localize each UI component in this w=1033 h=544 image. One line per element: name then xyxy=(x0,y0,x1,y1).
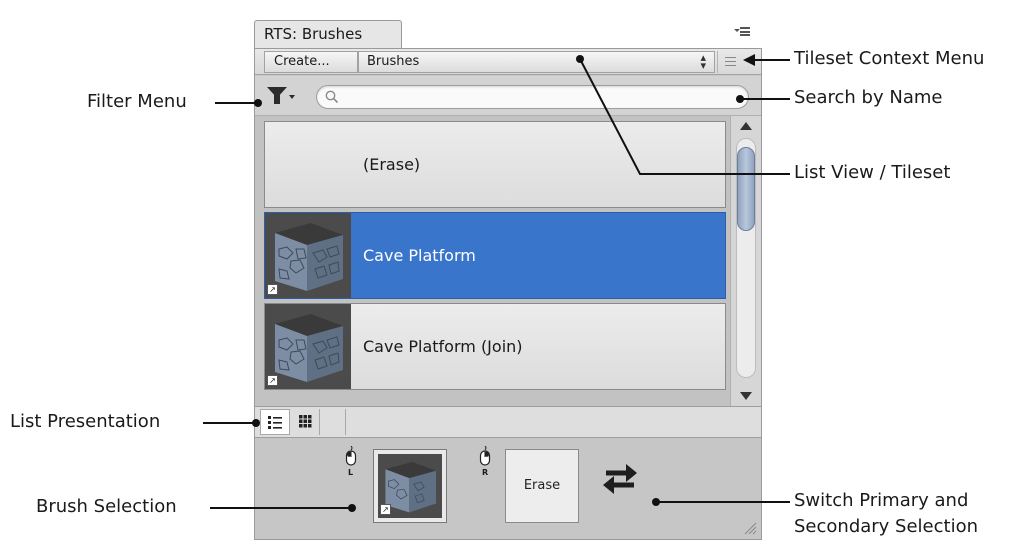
create-button[interactable]: Create... xyxy=(264,51,358,73)
left-mouse-icon: L xyxy=(345,445,357,480)
divider xyxy=(345,409,346,435)
grid-icon xyxy=(299,415,312,428)
list-item-cave-platform[interactable]: ↗ Cave Platform xyxy=(264,212,726,299)
swap-arrows-icon xyxy=(603,464,637,494)
brush-thumbnail: ↗ xyxy=(265,304,351,389)
secondary-brush-label: Erase xyxy=(523,478,561,493)
tileset-context-menu-button[interactable] xyxy=(717,51,741,73)
swap-selection-button[interactable] xyxy=(600,458,640,498)
panel-tab[interactable]: RTS: Brushes xyxy=(254,20,402,48)
list-scrollbar[interactable] xyxy=(730,116,761,406)
search-input[interactable] xyxy=(345,88,735,106)
list-icon xyxy=(268,416,282,429)
callout-tileset-context-menu: Tileset Context Menu xyxy=(794,48,985,69)
right-mouse-icon: R xyxy=(479,445,491,480)
toolbar: Create... Brushes ▴ ▾ xyxy=(255,49,761,75)
panel-tab-title: RTS: Brushes xyxy=(264,25,363,43)
filter-row xyxy=(255,76,761,116)
primary-brush-slot[interactable]: ↗ xyxy=(373,449,447,523)
list-presentation-bar xyxy=(255,406,761,438)
left-mouse-label: L xyxy=(348,468,354,477)
panel-menu-icon[interactable] xyxy=(734,26,750,38)
dropdown-arrows-icon: ▴ ▾ xyxy=(700,51,706,72)
resize-grip-icon[interactable] xyxy=(743,521,757,535)
panel-body: Create... Brushes ▴ ▾ (Erase) ↗ Cave Pla… xyxy=(254,48,762,540)
list-item-label: (Erase) xyxy=(363,155,421,174)
filter-menu-button[interactable] xyxy=(267,83,295,109)
prefab-badge-icon: ↗ xyxy=(267,284,278,295)
callout-filter-menu: Filter Menu xyxy=(87,91,187,112)
scroll-up-arrow-icon[interactable] xyxy=(740,122,752,130)
grid-view-button[interactable] xyxy=(290,409,320,435)
list-item-label: Cave Platform (Join) xyxy=(363,337,523,356)
brush-thumbnail: ↗ xyxy=(265,213,351,298)
brushes-panel: RTS: Brushes Create... Brushes ▴ ▾ (Eras… xyxy=(254,14,762,540)
search-icon xyxy=(325,90,339,104)
prefab-badge-icon: ↗ xyxy=(267,375,278,386)
callout-list-view-tileset: List View / Tileset xyxy=(794,162,951,183)
scroll-thumb[interactable] xyxy=(737,147,755,231)
callout-list-presentation: List Presentation xyxy=(10,411,161,432)
callout-switch-line1: Switch Primary and xyxy=(794,490,969,511)
right-mouse-label: R xyxy=(482,468,489,477)
callout-search-by-name: Search by Name xyxy=(794,87,943,108)
primary-brush-thumbnail: ↗ xyxy=(378,454,442,518)
tileset-dropdown[interactable]: Brushes ▴ ▾ xyxy=(358,51,715,73)
list-item-cave-platform-join[interactable]: ↗ Cave Platform (Join) xyxy=(264,303,726,390)
brush-list: (Erase) ↗ Cave Platform ↗ Cave Platform … xyxy=(255,116,761,406)
tileset-dropdown-value: Brushes xyxy=(367,54,420,69)
brush-selection-area: L ↗ R Erase xyxy=(255,438,761,539)
list-item-erase[interactable]: (Erase) xyxy=(264,121,726,208)
prefab-badge-icon: ↗ xyxy=(380,504,391,515)
list-item-label: Cave Platform xyxy=(363,246,476,265)
search-field[interactable] xyxy=(316,85,749,109)
scroll-down-arrow-icon[interactable] xyxy=(740,392,752,400)
callout-switch-line2: Secondary Selection xyxy=(794,516,978,537)
caret-down-icon xyxy=(289,95,295,99)
list-view-button[interactable] xyxy=(260,409,290,435)
secondary-brush-slot[interactable]: Erase xyxy=(505,449,579,523)
callout-brush-selection: Brush Selection xyxy=(36,496,177,517)
